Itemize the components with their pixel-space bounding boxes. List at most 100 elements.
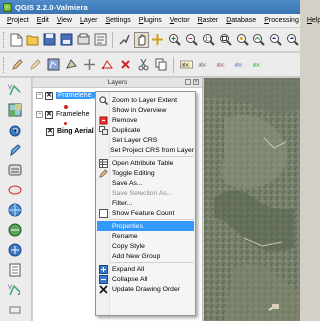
layers-panel-title: Layers [107,79,128,86]
zoom-extent-icon [97,95,109,105]
edit-pencil-icon[interactable] [9,57,25,73]
menu-layer[interactable]: Layer [76,17,102,24]
menu-item-save-as[interactable]: Save As... [97,178,194,188]
zoom-in-icon[interactable] [167,32,182,48]
open-project-icon[interactable] [26,32,41,48]
label-abc-2-icon[interactable]: abc [196,57,212,73]
toolbar-grip[interactable] [3,56,6,73]
node-tool-icon[interactable] [99,57,115,73]
cut-features-icon[interactable] [135,57,151,73]
layer-context-menu: Zoom to Layer Extent Show in Overview Remo… [95,91,196,316]
add-feature-icon[interactable] [63,57,79,73]
menu-item-update-drawing-order[interactable]: Update Drawing Order [97,284,194,294]
menu-help[interactable]: Help [303,17,320,24]
zoom-next-icon[interactable] [285,32,300,48]
menu-plugins[interactable]: Plugins [135,17,166,24]
menu-item-zoom-to-layer-extent[interactable]: Zoom to Layer Extent [97,95,194,105]
composer-manager-icon[interactable] [93,32,108,48]
add-mssql-layer-icon[interactable] [7,162,23,178]
pan-to-selection-icon[interactable] [151,32,166,48]
menu-item-properties[interactable]: Properties [97,221,194,231]
menu-project[interactable]: Project [3,17,33,24]
toolbar-grip[interactable] [3,31,6,48]
menu-item-open-attribute-table[interactable]: Open Attribute Table [97,158,194,168]
pan-hand-icon[interactable] [133,31,149,48]
menu-item-duplicate[interactable]: Duplicate [97,125,194,135]
new-print-composer-icon[interactable] [76,32,91,48]
menu-database[interactable]: Database [222,17,260,24]
collapse-icon[interactable]: − [36,92,43,99]
virtual-layer-icon[interactable] [7,302,23,318]
expand-all-icon [97,264,109,274]
move-feature-icon[interactable] [81,57,97,73]
save-edits-icon[interactable] [45,57,61,73]
add-wfs-layer-icon[interactable] [7,242,23,258]
save-project-icon[interactable] [43,32,58,48]
menu-settings[interactable]: Settings [101,17,134,24]
add-raster-layer-icon[interactable] [7,102,23,118]
menu-item-expand-all[interactable]: Expand All [97,264,194,274]
menu-item-copy-style[interactable]: Copy Style [97,241,194,251]
menu-raster[interactable]: Raster [194,17,223,24]
title-bar: QGIS 2.2.0-Valmiera [0,0,300,14]
menu-item-set-project-crs-from-layer[interactable]: Set Project CRS from Layer [97,145,194,155]
menu-item-label: Save Selection As... [112,189,173,197]
menu-item-rename[interactable]: Rename [97,231,194,241]
remove-icon [97,116,109,125]
zoom-to-selection-icon[interactable] [235,32,250,48]
copy-features-icon[interactable] [153,57,169,73]
close-panel-icon[interactable]: × [193,79,199,85]
menu-item-save-selection-as[interactable]: Save Selection As... [97,188,194,198]
menu-item-toggle-editing[interactable]: Toggle Editing [97,168,194,178]
touch-icon[interactable] [117,32,132,48]
new-project-icon[interactable] [9,32,24,48]
zoom-native-icon[interactable]: 1:1 [201,32,216,48]
menu-processing[interactable]: Processing [260,17,303,24]
new-shapefile-layer-icon[interactable]: V [7,282,23,298]
layers-panel-header: Layers × [33,78,202,88]
map-canvas[interactable] [204,78,300,321]
menu-item-add-new-group[interactable]: Add New Group [97,251,194,261]
add-vector-layer-icon[interactable]: V [7,82,23,98]
menu-item-label: Duplicate [112,126,141,134]
editing-toolbar: abc abc abc abc abc [0,53,300,77]
add-oracle-layer-icon[interactable] [7,182,23,198]
layer-item-framelehe[interactable]: − ✕ Framelehe [36,108,89,121]
label-abc-3-icon[interactable]: abc [214,57,230,73]
menu-item-label: Open Attribute Table [112,159,174,167]
menu-edit[interactable]: Edit [33,17,53,24]
menu-item-label: Save As... [112,179,143,187]
add-wms-layer-icon[interactable] [7,202,23,218]
zoom-last-icon[interactable] [268,32,283,48]
label-abc-icon[interactable]: abc [178,57,194,73]
zoom-out-icon[interactable] [184,32,199,48]
save-as-icon[interactable] [59,32,74,48]
float-panel-icon[interactable] [185,79,191,85]
toggle-editing-icon[interactable] [27,57,43,73]
menu-item-show-feature-count[interactable]: Show Feature Count [97,208,194,218]
label-abc-4-icon[interactable]: abc [232,57,248,73]
layer-item-bing-aerial[interactable]: ✕ Bing Aerial [46,125,94,138]
collapse-icon[interactable]: − [36,111,43,118]
add-spatialite-layer-icon[interactable] [7,142,23,158]
label-abc-5-icon[interactable]: abc [250,57,266,73]
zoom-full-icon[interactable] [218,32,233,48]
menu-item-collapse-all[interactable]: Collapse All [97,274,194,284]
menu-item-filter[interactable]: Filter... [97,198,194,208]
menu-item-remove[interactable]: Remove [97,115,194,125]
add-postgis-layer-icon[interactable] [7,122,23,138]
delete-selected-icon[interactable] [117,57,133,73]
layer-visibility-checkbox[interactable]: ✕ [45,110,53,119]
layer-visibility-checkbox[interactable]: ✕ [45,91,53,100]
attribute-table-icon [97,158,109,168]
svg-text:V: V [8,285,12,291]
zoom-to-layer-icon[interactable] [252,32,267,48]
menu-vector[interactable]: Vector [166,17,194,24]
layer-visibility-checkbox[interactable]: ✕ [46,127,54,136]
add-wcs-layer-icon[interactable] [7,222,23,238]
add-delimited-text-icon[interactable] [7,262,23,278]
svg-text:abc: abc [234,63,243,69]
menu-view[interactable]: View [53,17,76,24]
menu-item-set-layer-crs[interactable]: Set Layer CRS [97,135,194,145]
menu-item-show-in-overview[interactable]: Show in Overview [97,105,194,115]
